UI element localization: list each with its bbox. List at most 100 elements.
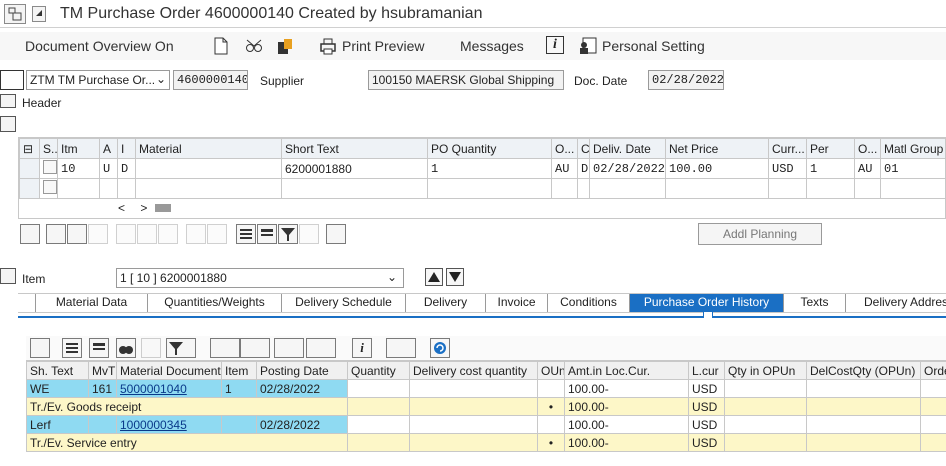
layout-icon[interactable]: [306, 338, 336, 358]
hold-icon[interactable]: [276, 36, 294, 59]
printer-icon[interactable]: [318, 36, 338, 59]
table-row[interactable]: Lerf 1000000345 02/28/2022 100.00- USD: [26, 415, 946, 434]
tab-texts[interactable]: Texts: [784, 294, 846, 312]
tab-delivery-address[interactable]: Delivery Address: [846, 294, 946, 312]
col-posting-date[interactable]: Posting Date: [256, 361, 348, 380]
select-indicator[interactable]: [0, 70, 24, 90]
col-oun[interactable]: OUn: [537, 361, 565, 380]
supplier-field[interactable]: 100150 MAERSK Global Shipping: [368, 70, 564, 90]
col-lcur[interactable]: L.cur: [688, 361, 725, 380]
menu-icon[interactable]: [4, 4, 26, 24]
filter-icon[interactable]: [166, 338, 196, 358]
matl-group-cell[interactable]: 01: [880, 158, 945, 179]
item-cell[interactable]: 10: [57, 158, 100, 179]
col-currency[interactable]: Curr...: [768, 138, 807, 159]
material-document-link[interactable]: 1000000345: [116, 415, 222, 434]
new-document-icon[interactable]: [212, 36, 230, 59]
sort-ascending-icon[interactable]: [236, 224, 256, 244]
glasses-icon[interactable]: [244, 36, 264, 59]
col-opu[interactable]: O...: [854, 138, 881, 159]
tab-material-data[interactable]: Material Data: [36, 294, 148, 312]
posting-date-cell[interactable]: 02/28/2022: [256, 379, 348, 398]
tab-conditions[interactable]: Conditions: [548, 294, 630, 312]
col-per[interactable]: Per: [806, 138, 855, 159]
messages-button[interactable]: Messages: [460, 38, 524, 54]
mvt-cell[interactable]: 161: [88, 379, 117, 398]
col-quantity[interactable]: Quantity: [347, 361, 410, 380]
col-account[interactable]: A: [99, 138, 118, 159]
posting-date-cell[interactable]: 02/28/2022: [256, 415, 348, 434]
col-status[interactable]: S..: [39, 138, 58, 159]
deliv-date-cell[interactable]: 02/28/2022: [589, 158, 666, 179]
col-amount[interactable]: Amt.in Loc.Cur.: [564, 361, 689, 380]
tab-delivery-schedule[interactable]: Delivery Schedule: [282, 294, 406, 312]
col-order-price[interactable]: Order Pri: [920, 361, 946, 380]
doc-date-field[interactable]: 02/28/2022: [648, 70, 724, 90]
col-deliv-date[interactable]: Deliv. Date: [589, 138, 666, 159]
find-icon[interactable]: [116, 338, 136, 358]
account-cell[interactable]: U: [99, 158, 118, 179]
item-cell[interactable]: 1: [221, 379, 257, 398]
col-delcost-opun[interactable]: DelCostQty (OPUn): [806, 361, 921, 380]
select-all-icon[interactable]: [46, 224, 66, 244]
col-material[interactable]: Material: [135, 138, 282, 159]
col-item[interactable]: Item: [221, 361, 257, 380]
info-icon[interactable]: i: [352, 338, 372, 358]
previous-item-icon[interactable]: [425, 268, 443, 286]
sh-text-cell[interactable]: WE: [26, 379, 89, 398]
col-short-text[interactable]: Short Text: [281, 138, 428, 159]
collapse-item-detail-icon[interactable]: [0, 268, 16, 284]
status-cell[interactable]: [39, 158, 58, 179]
short-text-cell[interactable]: 6200001880: [281, 158, 428, 179]
col-po-quantity[interactable]: PO Quantity: [427, 138, 552, 159]
tab-quantities-weights[interactable]: Quantities/Weights: [148, 294, 282, 312]
display-document-icon[interactable]: [386, 338, 416, 358]
col-order-unit[interactable]: O...: [551, 138, 578, 159]
col-qty-opun[interactable]: Qty in OPUn: [724, 361, 807, 380]
tab-delivery[interactable]: Delivery: [406, 294, 486, 312]
col-material-document[interactable]: Material Document: [116, 361, 222, 380]
col-sh-text[interactable]: Sh. Text: [26, 361, 89, 380]
document-type-dropdown[interactable]: ZTM TM Purchase Or... ⌄: [26, 70, 170, 90]
material-cell[interactable]: [135, 158, 282, 179]
addl-planning-button[interactable]: Addl Planning: [698, 223, 822, 245]
document-icon[interactable]: [326, 224, 346, 244]
sh-text-cell[interactable]: Lerf: [26, 415, 89, 434]
row-selector[interactable]: [19, 178, 40, 199]
scroll-thumb[interactable]: [155, 204, 171, 212]
status-cell[interactable]: [39, 178, 58, 199]
personal-setting-icon[interactable]: [578, 36, 598, 59]
material-document-link[interactable]: 5000001040: [116, 379, 222, 398]
order-unit-cell[interactable]: AU: [551, 158, 578, 179]
net-price-cell[interactable]: 100.00: [665, 158, 769, 179]
col-item-category[interactable]: I: [117, 138, 136, 159]
info-icon[interactable]: i: [546, 36, 564, 54]
item-category-cell[interactable]: D: [117, 158, 136, 179]
c-cell[interactable]: D: [577, 158, 590, 179]
sort-ascending-icon[interactable]: [62, 338, 82, 358]
col-item[interactable]: Itm: [57, 138, 100, 159]
personal-setting-button[interactable]: Personal Setting: [602, 38, 705, 54]
col-mvt[interactable]: MvT: [88, 361, 117, 380]
item-dropdown[interactable]: 1 [ 10 ] 6200001880 ⌄: [116, 268, 404, 288]
views-icon[interactable]: [240, 338, 270, 358]
po-number-field[interactable]: 4600000140: [173, 70, 248, 90]
po-quantity-cell[interactable]: 1: [427, 158, 552, 179]
collapse-items-icon[interactable]: [0, 116, 16, 132]
next-item-icon[interactable]: [446, 268, 464, 286]
tab-invoice[interactable]: Invoice: [486, 294, 548, 312]
table-row[interactable]: WE 161 5000001040 1 02/28/2022 100.00- U…: [26, 379, 946, 398]
document-overview-button[interactable]: Document Overview On: [25, 38, 174, 54]
col-delivery-cost-quantity[interactable]: Delivery cost quantity: [409, 361, 538, 380]
row-selector[interactable]: [19, 158, 40, 179]
sort-descending-icon[interactable]: [257, 224, 277, 244]
mvt-cell[interactable]: [88, 415, 117, 434]
col-matl-group[interactable]: Matl Group: [880, 138, 945, 159]
refresh-icon[interactable]: [430, 338, 450, 358]
print-preview-button[interactable]: Print Preview: [342, 38, 424, 54]
sort-descending-icon[interactable]: [89, 338, 109, 358]
filter-icon[interactable]: [278, 224, 298, 244]
print-icon[interactable]: [210, 338, 240, 358]
details-icon[interactable]: [20, 224, 40, 244]
expand-header-icon[interactable]: [0, 94, 16, 108]
